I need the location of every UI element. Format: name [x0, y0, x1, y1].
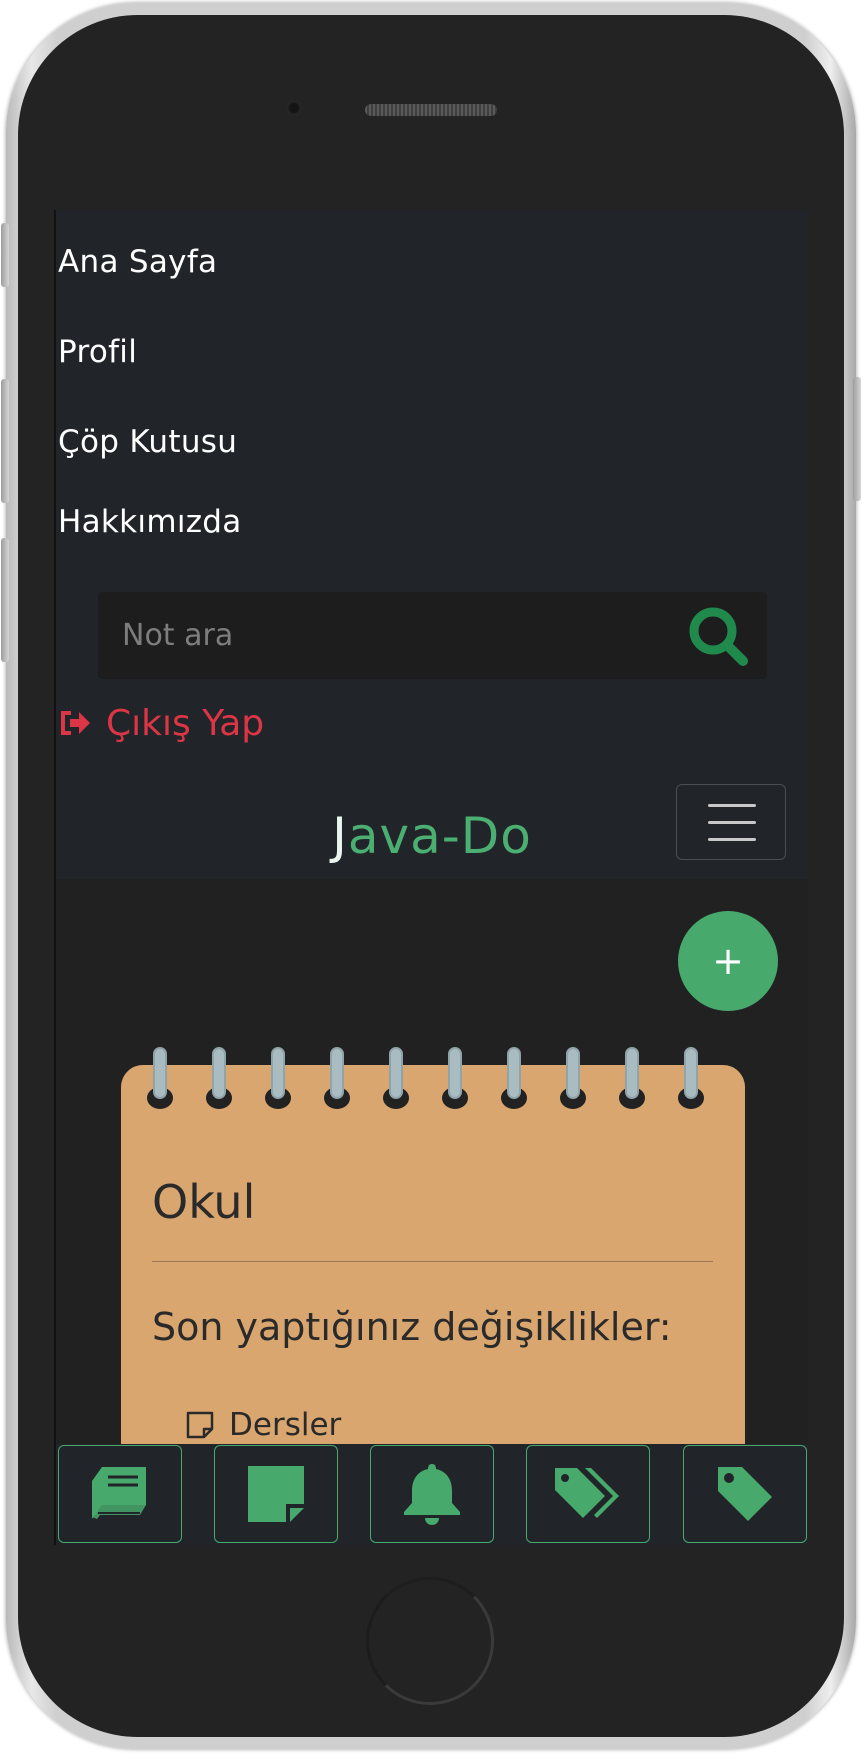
- ring-wire: [389, 1047, 403, 1099]
- brand-rest: ava-Do: [347, 807, 532, 865]
- bell-icon: [404, 1464, 460, 1525]
- volume-up-button: [1, 379, 9, 503]
- ring-wire: [448, 1047, 462, 1099]
- hamburger-icon-bar-top: [708, 804, 756, 807]
- hamburger-icon-bar-middle: [708, 821, 756, 824]
- ring-wire: [507, 1047, 521, 1099]
- notebook-ring: [618, 1047, 646, 1109]
- tab-tag[interactable]: [683, 1445, 807, 1543]
- tab-labels[interactable]: [526, 1445, 650, 1543]
- notebook-item-label: Dersler: [229, 1407, 342, 1443]
- nav-link-profil[interactable]: Profil: [58, 334, 137, 370]
- tab-notebooks[interactable]: [58, 1445, 182, 1543]
- notebook-item-dersler[interactable]: Dersler: [185, 1407, 341, 1443]
- front-camera: [287, 101, 301, 115]
- app-screen: Ana Sayfa Profil Çöp Kutusu Hakkımızda Ç…: [54, 210, 808, 1545]
- earpiece-speaker: [365, 104, 497, 116]
- tag-icon: [718, 1467, 772, 1521]
- navbar-toggler-button[interactable]: [676, 784, 786, 860]
- nav-link-hakkimizda[interactable]: Hakkımızda: [58, 504, 242, 540]
- notebook-subtitle: Son yaptığınız değişiklikler:: [152, 1305, 672, 1349]
- notebook-ring: [323, 1047, 351, 1109]
- search-form: [98, 592, 767, 679]
- ring-wire: [684, 1047, 698, 1099]
- notebook-ring: [500, 1047, 528, 1109]
- sign-out-icon: [61, 711, 90, 735]
- tags-icon: [555, 1468, 619, 1518]
- bottom-tab-bar: [56, 1444, 808, 1545]
- ring-wire: [153, 1047, 167, 1099]
- search-icon: [689, 607, 748, 666]
- ring-wire: [625, 1047, 639, 1099]
- nav-link-ana-sayfa[interactable]: Ana Sayfa: [58, 244, 217, 280]
- mute-switch: [1, 223, 9, 287]
- navbar: Ana Sayfa Profil Çöp Kutusu Hakkımızda Ç…: [56, 210, 808, 879]
- power-button: [853, 377, 861, 501]
- home-button[interactable]: [366, 1577, 494, 1705]
- notebook-ring: [264, 1047, 292, 1109]
- logout-link[interactable]: Çıkış Yap: [58, 700, 264, 746]
- hamburger-icon-bar-bottom: [708, 838, 756, 841]
- brand-first-letter: J: [332, 807, 348, 865]
- notebook-title: Okul: [152, 1175, 256, 1229]
- volume-down-button: [1, 538, 9, 662]
- ring-wire: [271, 1047, 285, 1099]
- ring-wire: [566, 1047, 580, 1099]
- notebook-ring: [146, 1047, 174, 1109]
- tab-reminders[interactable]: [370, 1445, 494, 1543]
- notebook-ring: [677, 1047, 705, 1109]
- book-icon: [92, 1467, 146, 1519]
- nav-link-cop-kutusu[interactable]: Çöp Kutusu: [58, 424, 237, 460]
- notebook-ring: [205, 1047, 233, 1109]
- notebook-divider: [152, 1261, 713, 1262]
- sticky-note-icon: [186, 1411, 214, 1439]
- notebook-ring: [559, 1047, 587, 1109]
- search-button[interactable]: [685, 604, 751, 668]
- ring-wire: [212, 1047, 226, 1099]
- tab-notes[interactable]: [214, 1445, 338, 1543]
- sticky-note-icon: [248, 1466, 304, 1522]
- ring-wire: [330, 1047, 344, 1099]
- add-note-button[interactable]: +: [678, 911, 778, 1011]
- logout-label: Çıkış Yap: [106, 702, 265, 744]
- notebook-ring: [382, 1047, 410, 1109]
- search-input[interactable]: [98, 592, 658, 679]
- notebook-ring: [441, 1047, 469, 1109]
